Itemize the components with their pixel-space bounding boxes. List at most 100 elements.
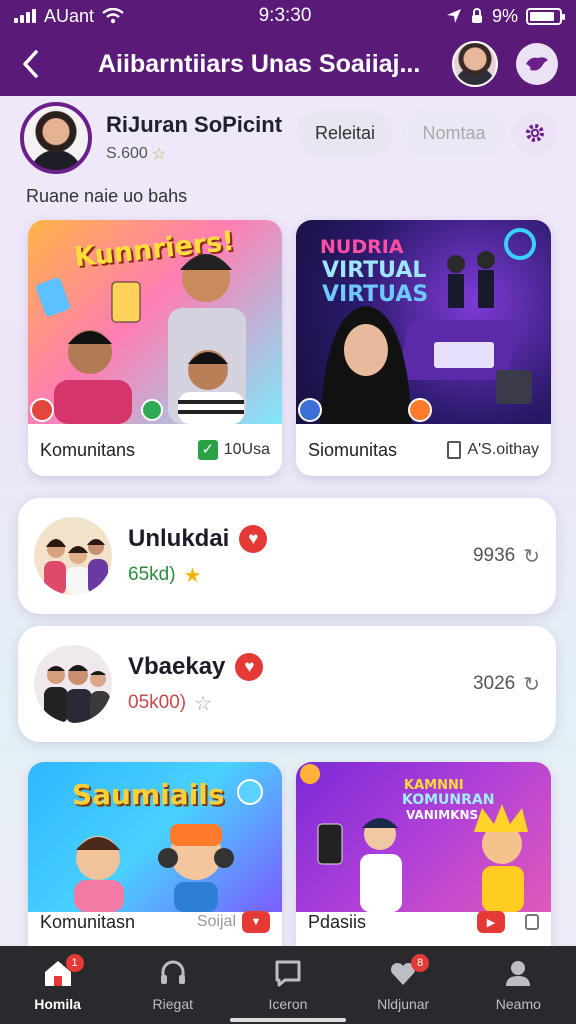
star-outline-icon: ☆: [194, 692, 213, 715]
refresh-icon: ↻: [523, 673, 540, 696]
group-card-2-count-row: 3026 ↻: [473, 672, 540, 697]
featured-card-1-meta-text: 10Usa: [223, 441, 270, 458]
star-icon: ☆: [151, 146, 167, 163]
nav-neamo[interactable]: Neamo: [468, 958, 568, 1012]
location-icon: [446, 9, 461, 23]
community-card-3-meta-text: Soijal: [196, 913, 236, 930]
bottom-nav: 1 Homila Riegat Iceron 8 Nldjunar Neamo: [0, 946, 576, 1024]
nav-home-label: Homila: [34, 996, 81, 1012]
group-card-1-text: Unlukdai ♥ 65kd) ★: [128, 524, 268, 588]
signal-icon: [14, 9, 36, 23]
settings-button[interactable]: [512, 110, 558, 156]
chat-icon: [275, 960, 301, 987]
refresh-icon: ↻: [523, 545, 540, 568]
person-icon: [506, 961, 531, 986]
star-icon: ★: [183, 564, 202, 587]
group-photo-1: [34, 517, 112, 595]
featured-card-1-label: Komunitans: [40, 439, 136, 460]
document-icon: [447, 441, 462, 459]
group-card-1-sub-row: 65kd) ★: [128, 563, 267, 588]
battery-icon: [526, 7, 565, 25]
chip-releitai[interactable]: Releitai: [297, 110, 393, 156]
profile-text: RiJuran SoPicint S.600 ☆: [106, 112, 282, 164]
community-card-4[interactable]: KAMNNI KOMUNRAN VANIMKNS Pdasiis ▶: [296, 762, 551, 962]
community-card-3[interactable]: Saumiails Komunitasn Soijal ▼: [28, 762, 282, 962]
lock-rotation-icon: [471, 8, 482, 23]
people-illustration: [30, 254, 246, 424]
community-card-4-image: KAMNNI KOMUNRAN VANIMKNS: [296, 762, 551, 912]
featured-card-2[interactable]: NUDRIA VIRTUAL VIRTUAS Siomunitas A'S.oi…: [296, 220, 551, 476]
featured-card-2-label: Siomunitas: [308, 439, 398, 460]
nav-neamo-label: Neamo: [495, 996, 541, 1012]
heart-badge-icon: ♥: [239, 524, 268, 553]
heart-badge-icon: ♥: [235, 652, 264, 681]
nav-home[interactable]: 1 Homila: [8, 954, 108, 1012]
nav-nldjunar[interactable]: 8 Nldjunar: [353, 954, 453, 1012]
group-card-2-title: Vbaekay: [128, 652, 226, 680]
nav-iceron[interactable]: Iceron: [238, 958, 338, 1012]
featured-card-2-meta: A'S.oithay: [447, 441, 539, 459]
team-photo: [44, 665, 110, 723]
checkbox-icon: ✓: [197, 440, 218, 460]
status-bar: AUant 9:3:30 9%: [0, 0, 576, 32]
bird-icon: [526, 57, 548, 71]
clock: 9:3:30: [258, 5, 312, 26]
headset-icon: [160, 960, 185, 984]
group-card-1-count: 9936: [472, 545, 516, 566]
community-card-3-meta: Soijal ▼: [197, 911, 270, 933]
nav-riegat-label: Riegat: [152, 996, 194, 1012]
nav-nldjunar-label: Nldjunar: [377, 996, 430, 1012]
status-right: 9%: [446, 5, 565, 27]
group-photo-2: [34, 645, 112, 723]
play-icon: ▶: [477, 911, 505, 933]
community-card-3-image: Saumiails: [28, 762, 282, 912]
group-card-2-text: Vbaekay ♥ 05k00) ☆: [128, 652, 264, 716]
featured-card-1[interactable]: Kunnriers! Komunitans ✓ 10Usa: [28, 220, 282, 476]
kids-illustration: [300, 764, 528, 912]
group-card-1-title-row: Unlukdai ♥: [128, 524, 268, 553]
family-photo: [44, 539, 108, 595]
app-header: Aiibarntiiars Unas Soaiiaj...: [0, 32, 576, 96]
featured-card-2-meta-text: A'S.oithay: [467, 441, 539, 458]
play-icon: ▼: [242, 911, 270, 933]
group-card-2[interactable]: Vbaekay ♥ 05k00) ☆ 3026 ↻: [18, 626, 556, 742]
wifi-icon: [102, 8, 124, 24]
vr-illustration: [298, 228, 536, 424]
group-card-1[interactable]: Unlukdai ♥ 65kd) ★ 9936 ↻: [18, 498, 556, 614]
gear-icon: [526, 124, 544, 142]
header-action-button[interactable]: [516, 43, 558, 85]
community-card-4-meta: ▶: [477, 911, 539, 933]
group-card-2-count: 3026: [472, 673, 516, 694]
nav-iceron-label: Iceron: [268, 996, 308, 1012]
featured-card-1-meta: ✓ 10Usa: [197, 440, 270, 460]
profile-sub: S.600 ☆: [106, 144, 282, 164]
page-title: Aiibarntiiars Unas Soaiiaj...: [98, 49, 421, 78]
nav-nldjunar-badge: 8: [411, 954, 430, 972]
community-card-3-label: Komunitasn: [40, 911, 136, 932]
nav-home-badge: 1: [65, 954, 84, 972]
profile-sub-value: S.600: [106, 145, 148, 162]
community-card-3-footer: Komunitasn Soijal ▼: [28, 896, 282, 948]
featured-card-2-footer: Siomunitas A'S.oithay: [296, 424, 551, 476]
group-card-1-count-row: 9936 ↻: [473, 544, 540, 569]
featured-card-1-footer: Komunitans ✓ 10Usa: [28, 424, 282, 476]
cartoon-illustration: [74, 779, 263, 912]
section-caption: Ruane naie uo bahs: [26, 186, 188, 206]
nav-riegat[interactable]: Riegat: [123, 958, 223, 1012]
status-left: AUant: [14, 6, 124, 27]
group-card-1-sub: 65kd): [128, 564, 176, 585]
community-card-4-label: Pdasiis: [308, 911, 367, 932]
back-button[interactable]: [0, 32, 60, 96]
header-avatar[interactable]: [452, 41, 498, 87]
chevron-left-icon: [23, 50, 38, 78]
profile-avatar[interactable]: [20, 102, 92, 174]
group-card-2-sub: 05k00): [128, 692, 187, 713]
featured-card-1-image: Kunnriers!: [28, 220, 282, 424]
group-card-2-title-row: Vbaekay ♥: [128, 652, 264, 681]
home-indicator: [230, 1018, 346, 1022]
group-card-1-title: Unlukdai: [128, 524, 230, 552]
profile-name: RiJuran SoPicint: [106, 112, 283, 137]
battery-percent: 9%: [491, 5, 518, 26]
carrier-name: AUant: [44, 5, 95, 26]
chip-nomtaa[interactable]: Nomtaa: [402, 110, 506, 156]
